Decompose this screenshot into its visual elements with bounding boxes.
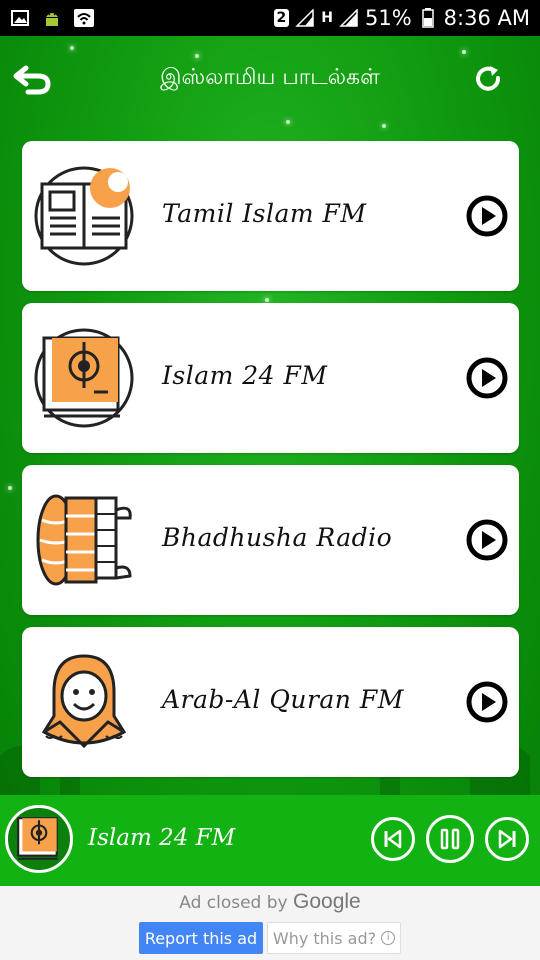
battery-icon: [418, 8, 438, 28]
back-button[interactable]: [12, 58, 56, 98]
next-icon: [498, 829, 516, 849]
pause-button[interactable]: [426, 815, 474, 863]
play-icon: [466, 195, 508, 237]
back-arrow-icon: [13, 65, 51, 95]
signal-icon: [295, 8, 315, 28]
station-name: Arab-Al Quran FM: [162, 685, 404, 714]
next-button[interactable]: [485, 817, 529, 861]
previous-button[interactable]: [371, 817, 415, 861]
ad-banner: Ad closed by Google Report this ad Why t…: [0, 886, 540, 960]
star-decoration: [382, 124, 386, 128]
station-card[interactable]: Tamil Islam FM: [22, 141, 519, 291]
network-type-label: H: [321, 10, 333, 26]
station-card[interactable]: Arab-Al Quran FM: [22, 627, 519, 777]
app-header: இஸ்லாமிய பாடல்கள்: [0, 36, 540, 122]
station-list: Tamil Islam FM Islam 24 FM Bhadhusha Rad…: [22, 141, 519, 777]
now-playing-title: Islam 24 FM: [88, 825, 236, 851]
why-this-ad-button[interactable]: Why this ad? i: [267, 922, 401, 954]
prayer-book-icon: [34, 328, 134, 428]
prayer-mat-icon: [34, 490, 134, 590]
ad-closed-message: Ad closed by Google: [0, 890, 540, 914]
info-icon: i: [381, 931, 396, 945]
wifi-icon: [74, 8, 94, 28]
image-icon: [10, 8, 30, 28]
prayer-book-icon: [17, 817, 58, 860]
google-logo: Google: [293, 890, 361, 913]
ad-closed-text: Ad closed by: [179, 893, 288, 913]
play-icon: [466, 357, 508, 399]
refresh-button[interactable]: [474, 64, 504, 94]
play-button[interactable]: [465, 680, 509, 724]
play-button[interactable]: [465, 356, 509, 400]
now-playing-bar[interactable]: Islam 24 FM: [0, 795, 540, 886]
status-bar: 2 H 51% 8:36 AM: [0, 0, 540, 36]
page-title: இஸ்லாமிய பாடல்கள்: [160, 65, 380, 90]
station-name: Islam 24 FM: [162, 361, 328, 390]
play-icon: [466, 681, 508, 723]
play-button[interactable]: [465, 518, 509, 562]
station-name: Bhadhusha Radio: [162, 523, 393, 552]
why-this-ad-label: Why this ad?: [272, 928, 377, 948]
battery-percent: 51%: [364, 6, 412, 30]
station-card[interactable]: Islam 24 FM: [22, 303, 519, 453]
sim-icon: 2: [273, 9, 290, 27]
pause-icon: [440, 828, 460, 850]
star-decoration: [8, 486, 12, 490]
previous-icon: [384, 829, 402, 849]
signal-icon: [339, 8, 359, 28]
station-card[interactable]: Bhadhusha Radio: [22, 465, 519, 615]
station-name: Tamil Islam FM: [162, 199, 367, 228]
play-button[interactable]: [465, 194, 509, 238]
android-icon: [42, 8, 62, 28]
hijab-woman-icon: [34, 652, 134, 752]
quran-book-icon: [34, 166, 134, 266]
play-icon: [466, 519, 508, 561]
clock: 8:36 AM: [443, 6, 530, 30]
now-playing-thumbnail[interactable]: [5, 805, 73, 873]
refresh-icon: [476, 66, 500, 91]
report-ad-button[interactable]: Report this ad: [139, 922, 263, 954]
